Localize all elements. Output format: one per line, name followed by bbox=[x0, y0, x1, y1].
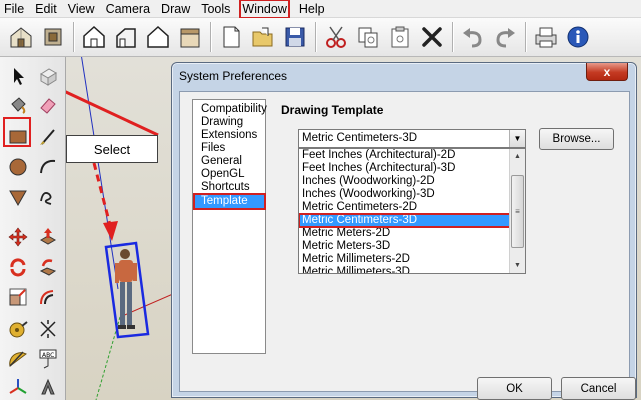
blue-axis-line bbox=[81, 57, 119, 290]
right-view-icon[interactable] bbox=[111, 22, 141, 52]
paint-bucket-icon[interactable] bbox=[4, 91, 32, 119]
menu-window[interactable]: Window bbox=[239, 0, 290, 19]
front-view-icon[interactable] bbox=[79, 22, 109, 52]
toolbar-separator bbox=[315, 22, 316, 52]
make-component-icon[interactable] bbox=[34, 62, 62, 90]
list-item[interactable]: Metric Meters-2D bbox=[299, 227, 511, 240]
toolbar-separator bbox=[210, 22, 211, 52]
scroll-up-icon[interactable]: ▲ bbox=[510, 149, 525, 164]
menu-camera[interactable]: Camera bbox=[106, 1, 150, 17]
left-view-icon[interactable] bbox=[175, 22, 205, 52]
category-extensions[interactable]: Extensions bbox=[193, 129, 265, 142]
top-view-icon[interactable] bbox=[38, 22, 68, 52]
template-combobox[interactable]: Metric Centimeters-3D ▼ bbox=[298, 129, 526, 148]
scroll-thumb[interactable]: ≡ bbox=[511, 175, 524, 248]
3d-text-icon[interactable] bbox=[34, 373, 62, 400]
system-preferences-dialog: System Preferences x Compatibility Drawi… bbox=[171, 62, 637, 400]
dashed-arrow-to-figure bbox=[92, 162, 112, 226]
close-button[interactable]: x bbox=[586, 63, 628, 81]
model-info-icon[interactable] bbox=[563, 22, 593, 52]
copy-icon[interactable] bbox=[353, 22, 383, 52]
save-icon[interactable] bbox=[280, 22, 310, 52]
arrow-head-figure bbox=[103, 221, 118, 241]
toolbar bbox=[0, 18, 641, 57]
undo-icon[interactable] bbox=[458, 22, 488, 52]
toolbar-separator bbox=[525, 22, 526, 52]
offset-icon[interactable] bbox=[34, 283, 62, 311]
scroll-down-icon[interactable]: ▼ bbox=[510, 258, 525, 273]
list-item-selected[interactable]: Metric Centimeters-3D bbox=[299, 213, 512, 228]
category-opengl[interactable]: OpenGL bbox=[193, 168, 265, 181]
category-general[interactable]: General bbox=[193, 155, 265, 168]
scale-icon[interactable] bbox=[4, 283, 32, 311]
menu-tools[interactable]: Tools bbox=[201, 1, 230, 17]
line-icon[interactable] bbox=[34, 123, 62, 151]
list-item[interactable]: Metric Centimeters-2D bbox=[299, 201, 511, 214]
open-icon[interactable] bbox=[248, 22, 278, 52]
back-view-icon[interactable] bbox=[143, 22, 173, 52]
select-icon[interactable] bbox=[4, 62, 32, 90]
cancel-button[interactable]: Cancel bbox=[561, 377, 636, 400]
polygon-icon[interactable] bbox=[4, 183, 32, 211]
category-compatibility[interactable]: Compatibility bbox=[193, 103, 267, 116]
ok-button[interactable]: OK bbox=[477, 377, 552, 400]
svg-text:ABC: ABC bbox=[42, 352, 54, 359]
category-list[interactable]: Compatibility Drawing Extensions Files G… bbox=[192, 99, 267, 354]
menu-edit[interactable]: Edit bbox=[35, 1, 57, 17]
category-files[interactable]: Files bbox=[193, 142, 265, 155]
cut-icon[interactable] bbox=[321, 22, 351, 52]
chevron-down-icon[interactable]: ▼ bbox=[509, 130, 525, 147]
iso-view-icon[interactable] bbox=[6, 22, 36, 52]
tool-palette: ABC bbox=[0, 57, 66, 400]
menu-view[interactable]: View bbox=[68, 1, 95, 17]
toolbar-separator bbox=[73, 22, 74, 52]
erase-icon[interactable] bbox=[417, 22, 447, 52]
list-item[interactable]: Metric Meters-3D bbox=[299, 240, 511, 253]
menu-help[interactable]: Help bbox=[299, 1, 325, 17]
section-title: Drawing Template bbox=[281, 103, 384, 117]
circle-icon[interactable] bbox=[4, 153, 32, 181]
tape-measure-icon[interactable] bbox=[4, 315, 32, 343]
arrow-to-select-tool bbox=[66, 90, 159, 137]
dialog-body: Compatibility Drawing Extensions Files G… bbox=[179, 91, 636, 400]
arc-icon[interactable] bbox=[34, 153, 62, 181]
list-item[interactable]: Inches (Woodworking)-2D bbox=[299, 175, 511, 188]
push-pull-icon[interactable] bbox=[34, 223, 62, 251]
list-item[interactable]: Metric Millimeters-3D bbox=[299, 266, 511, 273]
eraser-icon[interactable] bbox=[34, 91, 62, 119]
menu-draw[interactable]: Draw bbox=[161, 1, 190, 17]
redo-icon[interactable] bbox=[490, 22, 520, 52]
axes-icon[interactable] bbox=[4, 373, 32, 400]
list-item[interactable]: Inches (Woodworking)-3D bbox=[299, 188, 511, 201]
move-icon[interactable] bbox=[4, 223, 32, 251]
close-icon: x bbox=[603, 64, 611, 79]
toolbar-separator bbox=[452, 22, 453, 52]
list-item[interactable]: Metric Millimeters-2D bbox=[299, 253, 511, 266]
text-icon[interactable]: ABC bbox=[34, 345, 62, 373]
new-icon[interactable] bbox=[216, 22, 246, 52]
paste-icon[interactable] bbox=[385, 22, 415, 52]
select-callout: Select bbox=[66, 135, 158, 163]
template-dropdown-list[interactable]: Feet Inches (Architectural)-2D Feet Inch… bbox=[298, 148, 526, 274]
dimension-icon[interactable] bbox=[34, 315, 62, 343]
list-item[interactable]: Feet Inches (Architectural)-2D bbox=[299, 149, 511, 162]
list-item[interactable]: Feet Inches (Architectural)-3D bbox=[299, 162, 511, 175]
protractor-icon[interactable] bbox=[4, 345, 32, 373]
combo-value: Metric Centimeters-3D bbox=[302, 132, 418, 144]
category-shortcuts[interactable]: Shortcuts bbox=[193, 181, 265, 194]
person-figure bbox=[115, 249, 137, 329]
category-template[interactable]: Template bbox=[193, 193, 266, 210]
select-tool-highlight bbox=[3, 117, 31, 147]
browse-button[interactable]: Browse... bbox=[539, 128, 614, 150]
menu-bar: File Edit View Camera Draw Tools Window … bbox=[0, 0, 641, 19]
menu-file[interactable]: File bbox=[4, 1, 24, 17]
dialog-title: System Preferences bbox=[179, 69, 288, 83]
rotate-icon[interactable] bbox=[4, 253, 32, 281]
category-drawing[interactable]: Drawing bbox=[193, 116, 265, 129]
print-icon[interactable] bbox=[531, 22, 561, 52]
freehand-icon[interactable] bbox=[34, 183, 62, 211]
follow-me-icon[interactable] bbox=[34, 253, 62, 281]
dropdown-scrollbar[interactable]: ▲ ≡ ▼ bbox=[509, 149, 525, 273]
